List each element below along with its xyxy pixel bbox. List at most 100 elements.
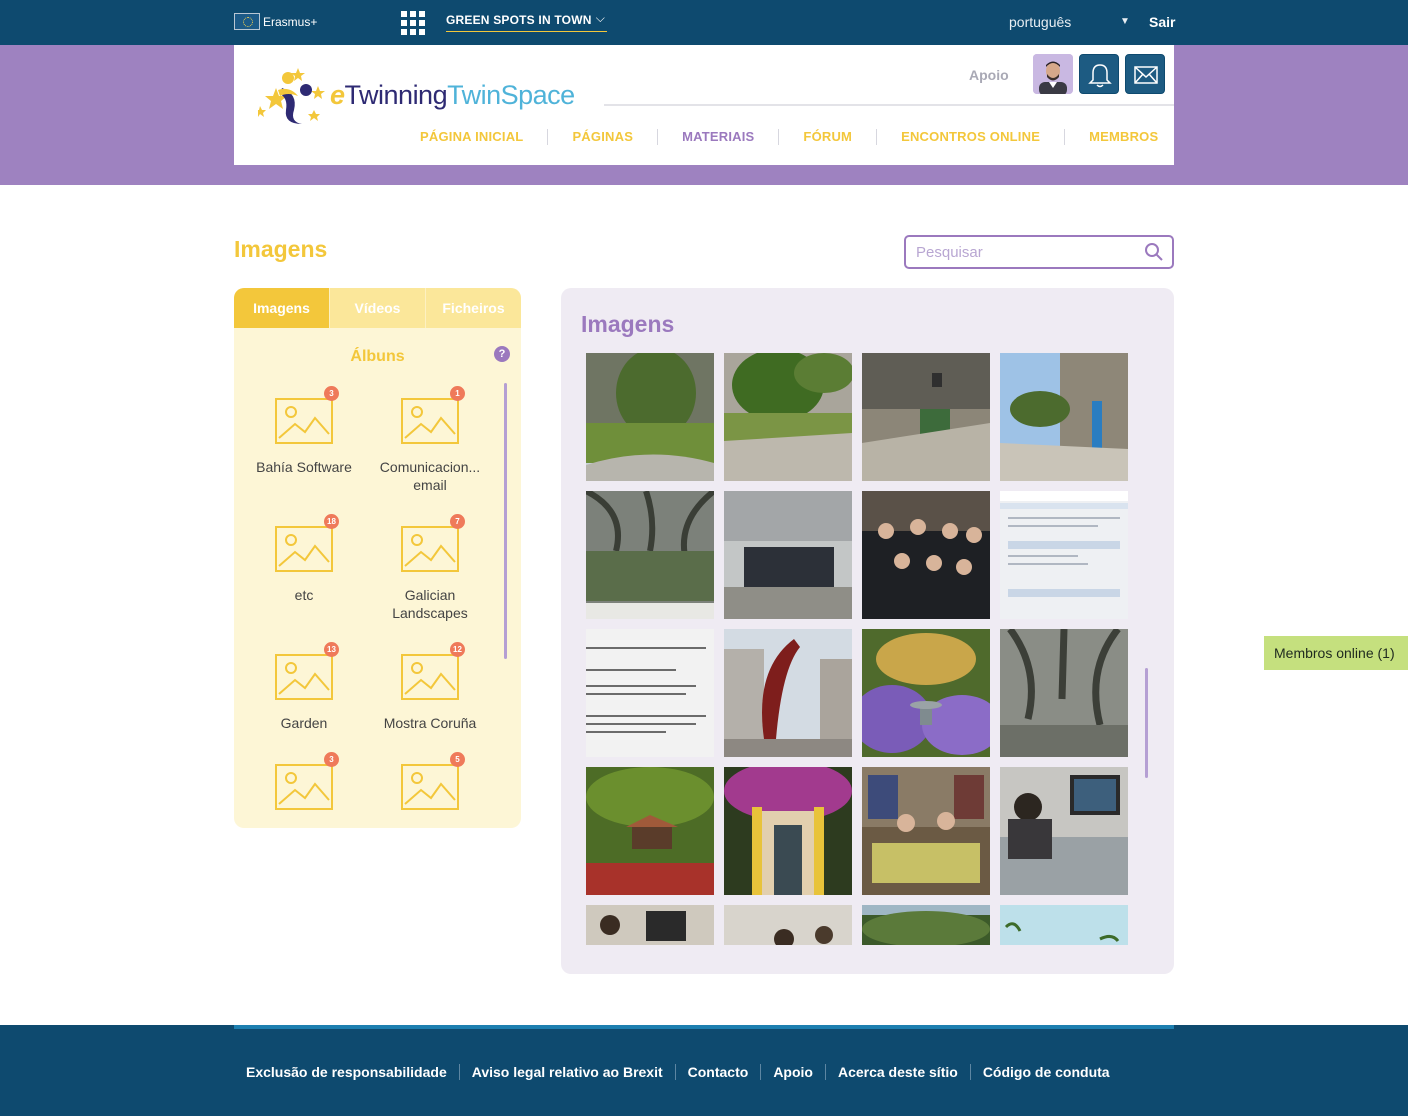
image-thumbnail[interactable] [1000, 767, 1128, 895]
chevron-down-icon: ⌵ [595, 11, 605, 25]
gallery-scrollbar[interactable] [1145, 668, 1148, 778]
image-thumbnail[interactable] [862, 767, 990, 895]
language-select[interactable]: português [1009, 14, 1071, 30]
erasmus-logo[interactable]: Erasmus+ [234, 13, 317, 30]
footer-accent-line [234, 1025, 1174, 1029]
notifications-button[interactable] [1079, 54, 1119, 94]
image-placeholder-icon: 5 [401, 752, 465, 810]
search-input[interactable] [906, 237, 1136, 267]
image-thumbnail[interactable] [1000, 491, 1128, 619]
album-item[interactable]: 13 Garden [241, 642, 367, 732]
album-count-badge: 12 [450, 642, 465, 657]
project-dropdown[interactable]: GREEN SPOTS IN TOWN ⌵ [446, 11, 607, 32]
image-thumbnail[interactable] [724, 905, 852, 945]
image-thumbnail[interactable] [586, 629, 714, 757]
image-thumbnail[interactable] [724, 491, 852, 619]
footer-link-brexit[interactable]: Aviso legal relativo ao Brexit [460, 1064, 676, 1080]
album-item[interactable]: 3 Bahía Software [241, 386, 367, 476]
album-item[interactable]: 18 etc [241, 514, 367, 604]
image-placeholder-icon: 1 [401, 386, 465, 444]
help-icon[interactable]: ? [494, 346, 510, 362]
search-box[interactable] [904, 235, 1174, 269]
top-bar [0, 0, 1408, 45]
albums-panel: Imagens Vídeos Ficheiros Álbuns ? 3 Bahí… [234, 288, 521, 828]
album-label: Galician Landscapes [392, 587, 468, 621]
nav-forum[interactable]: FÓRUM [779, 129, 878, 145]
image-placeholder-icon: 18 [275, 514, 339, 572]
image-thumbnail[interactable] [862, 629, 990, 757]
album-item[interactable]: 12 Mostra Coruña [367, 642, 493, 732]
nav-online-meetings[interactable]: ENCONTROS ONLINE [877, 129, 1066, 145]
image-thumbnail[interactable] [586, 905, 714, 945]
album-label: Mostra Coruña [383, 715, 477, 731]
image-placeholder-icon: 3 [275, 386, 339, 444]
apps-grid-icon[interactable] [401, 11, 425, 35]
image-thumbnail[interactable] [586, 767, 714, 895]
image-thumbnail[interactable] [724, 629, 852, 757]
main-nav: PÁGINA INICIAL PÁGINAS MATERIAIS FÓRUM E… [396, 128, 1174, 146]
envelope-icon [1134, 66, 1158, 84]
image-placeholder-icon: 3 [275, 752, 339, 810]
album-label: Comunicacion... email [379, 459, 481, 493]
image-thumbnail[interactable] [586, 491, 714, 619]
image-thumbnail[interactable] [1000, 629, 1128, 757]
image-thumbnail[interactable] [862, 905, 990, 945]
image-thumbnail[interactable] [1000, 353, 1128, 481]
page-title: Imagens [234, 236, 328, 262]
album-label: Bahía Software [256, 459, 352, 475]
album-count-badge: 1 [450, 386, 465, 401]
messages-button[interactable] [1125, 54, 1165, 94]
image-placeholder-icon: 12 [401, 642, 465, 700]
support-link[interactable]: Apoio [969, 67, 1009, 83]
nav-materials[interactable]: MATERIAIS [658, 129, 780, 145]
caret-down-icon[interactable]: ▼ [1120, 16, 1130, 27]
footer-link-disclaimer[interactable]: Exclusão de responsabilidade [234, 1064, 460, 1080]
image-grid [586, 353, 1136, 945]
album-item[interactable]: 1 Comunicacion... email [367, 386, 493, 494]
nav-pages[interactable]: PÁGINAS [548, 129, 659, 145]
album-label: Garden [280, 715, 328, 731]
image-thumbnail[interactable] [1000, 905, 1128, 945]
logo-twinning: Twinning [344, 80, 448, 110]
online-members-tab[interactable]: Membros online (1) [1264, 636, 1408, 670]
user-portrait-icon [1033, 54, 1073, 94]
footer-link-code-of-conduct[interactable]: Código de conduta [971, 1064, 1122, 1080]
album-count-badge: 7 [450, 514, 465, 529]
footer-link-about[interactable]: Acerca deste sítio [826, 1064, 971, 1080]
header-divider [604, 104, 1174, 106]
search-icon[interactable] [1144, 242, 1164, 262]
erasmus-label: Erasmus+ [263, 14, 318, 29]
image-thumbnail[interactable] [586, 353, 714, 481]
image-thumbnail[interactable] [724, 767, 852, 895]
album-count-badge: 3 [324, 752, 339, 767]
eu-flag-icon [234, 13, 260, 30]
footer-link-support[interactable]: Apoio [761, 1064, 826, 1080]
tab-files[interactable]: Ficheiros [426, 288, 521, 328]
image-thumbnail[interactable] [862, 491, 990, 619]
project-name: GREEN SPOTS IN TOWN [446, 13, 592, 27]
etwinning-logo-text[interactable]: eTwinningTwinSpace [330, 80, 575, 111]
album-count-badge: 13 [324, 642, 339, 657]
nav-members[interactable]: MEMBROS [1065, 129, 1182, 145]
album-label: etc [294, 587, 314, 603]
bell-icon [1088, 64, 1112, 88]
tab-images[interactable]: Imagens [234, 288, 330, 328]
media-tabs: Imagens Vídeos Ficheiros [234, 288, 521, 328]
albums-heading: Álbuns [350, 348, 405, 365]
tab-videos[interactable]: Vídeos [330, 288, 426, 328]
album-count-badge: 5 [450, 752, 465, 767]
image-thumbnail[interactable] [862, 353, 990, 481]
image-placeholder-icon: 7 [401, 514, 465, 572]
album-item[interactable]: 7 Galician Landscapes [367, 514, 493, 622]
logout-link[interactable]: Sair [1149, 14, 1175, 30]
album-count-badge: 18 [324, 514, 339, 529]
image-thumbnail[interactable] [724, 353, 852, 481]
footer-links: Exclusão de responsabilidade Aviso legal… [234, 1064, 1122, 1080]
album-item[interactable]: 3 [241, 752, 367, 824]
footer-link-contact[interactable]: Contacto [676, 1064, 762, 1080]
album-item[interactable]: 5 [367, 752, 493, 824]
logo-prefix: e [330, 80, 345, 110]
user-avatar[interactable] [1033, 54, 1073, 94]
albums-scrollbar[interactable] [504, 383, 507, 659]
nav-home[interactable]: PÁGINA INICIAL [396, 129, 549, 145]
